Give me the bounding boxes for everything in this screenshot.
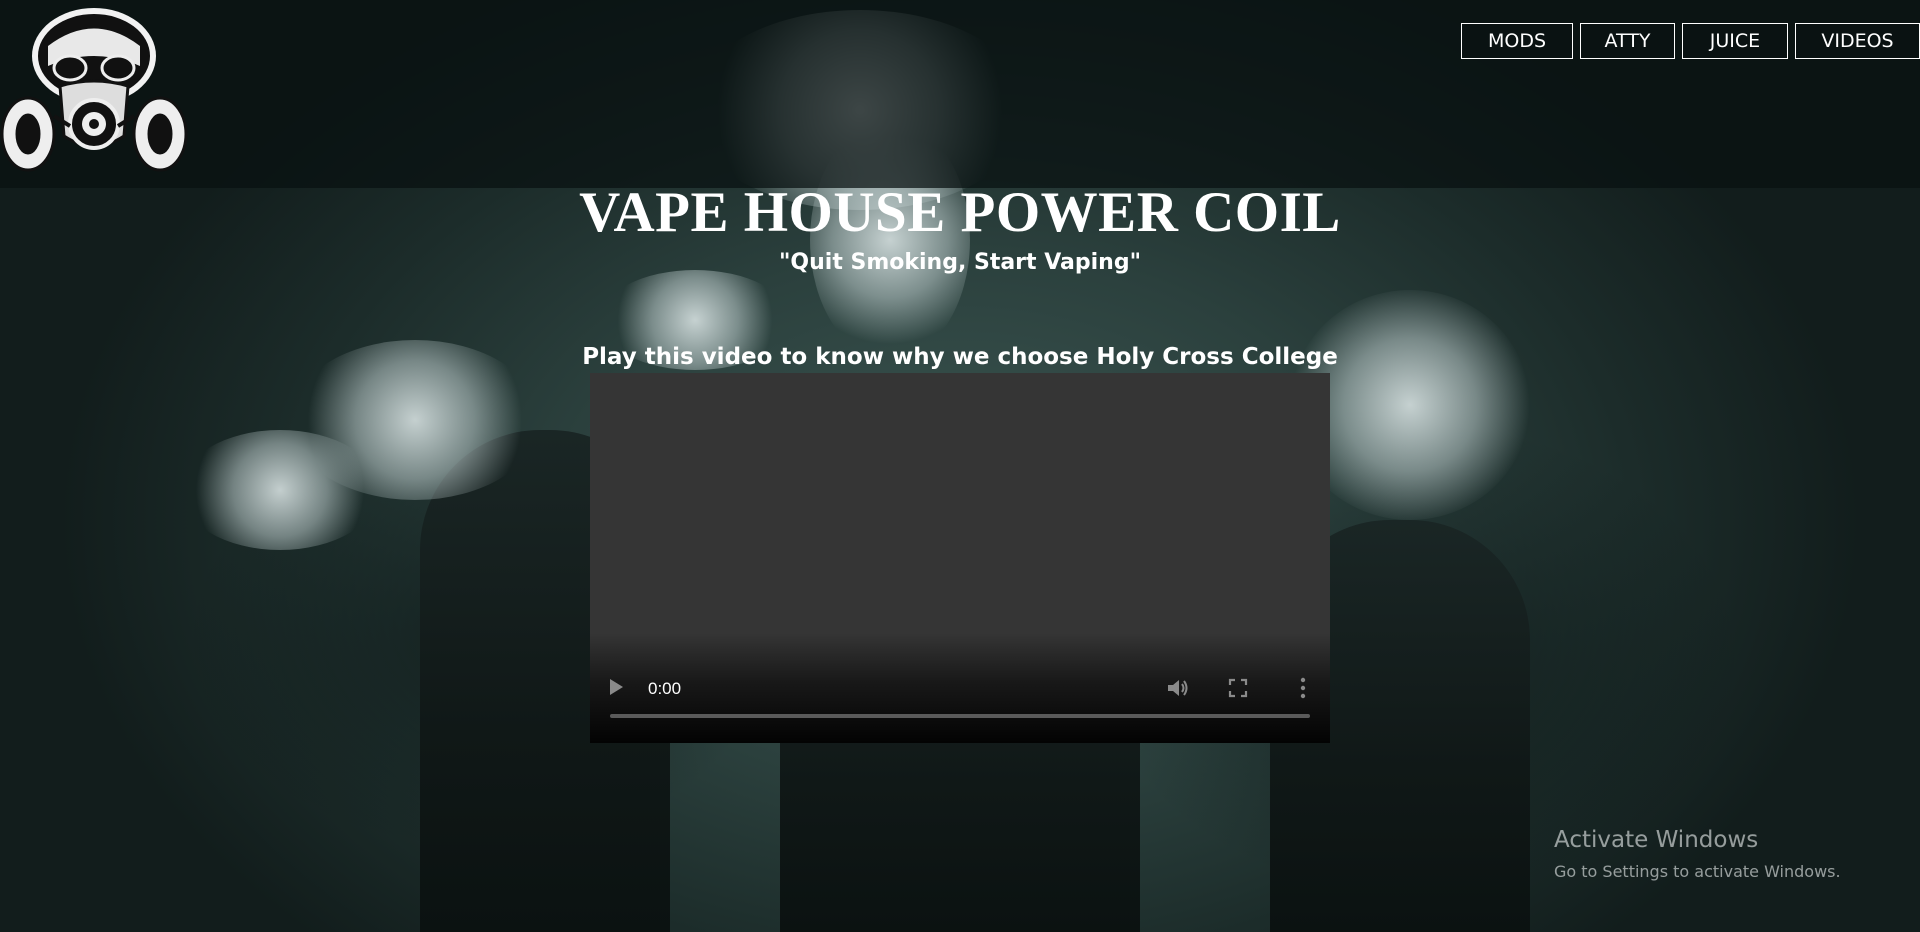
nav-item-juice[interactable]: JUICE [1682,23,1788,59]
volume-icon[interactable] [1166,677,1190,699]
smoke-cloud [180,430,380,550]
activate-windows-title: Activate Windows [1554,827,1759,853]
video-caption: Play this video to know why we choose Ho… [582,344,1338,370]
nav-item-mods[interactable]: MODS [1461,23,1573,59]
gas-mask-skull-icon[interactable] [0,6,188,180]
play-icon[interactable] [610,679,623,695]
site-title: VAPE HOUSE POWER COIL [579,181,1341,244]
video-player[interactable]: 0:00 [590,373,1330,743]
video-controls: 0:00 [590,633,1330,743]
fullscreen-icon[interactable] [1228,678,1248,698]
main-nav: MODS ATTY JUICE VIDEOS [1461,23,1920,59]
nav-item-atty[interactable]: ATTY [1580,23,1675,59]
tagline: "Quit Smoking, Start Vaping" [778,250,1142,275]
time-display: 0:00 [648,679,682,698]
page: MODS ATTY JUICE VIDEOS VAPE HOUSE POWER … [0,0,1920,932]
more-options-icon[interactable] [1300,677,1306,699]
video-progress-bar[interactable] [610,714,1310,718]
activate-windows-subtitle: Go to Settings to activate Windows. [1554,862,1841,881]
nav-item-videos[interactable]: VIDEOS [1795,23,1920,59]
